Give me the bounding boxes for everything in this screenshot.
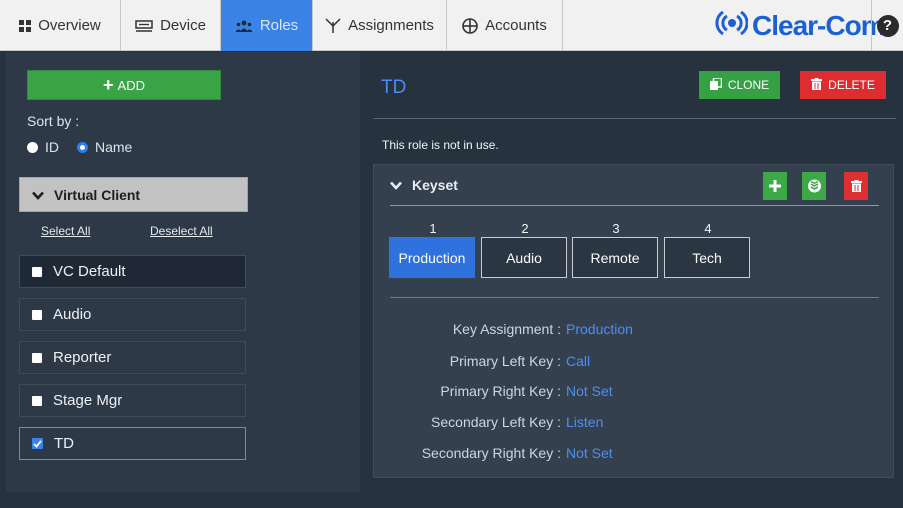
- key-tile-tech[interactable]: Tech: [664, 237, 750, 278]
- secondary-right-key-value[interactable]: Not Set: [566, 445, 613, 461]
- clone-label: CLONE: [727, 78, 770, 92]
- primary-right-key-label: Primary Right Key :: [440, 383, 561, 399]
- tab-accounts-label: Accounts: [485, 17, 547, 34]
- keyset-header-label: Keyset: [412, 177, 458, 193]
- tab-device[interactable]: Device: [121, 0, 221, 51]
- sort-by-id-label: ID: [45, 139, 59, 155]
- accounts-icon: [462, 17, 478, 34]
- plus-icon: [769, 180, 781, 192]
- key-assignment-label: Key Assignment :: [452, 321, 561, 337]
- secondary-left-key-value[interactable]: Listen: [566, 414, 603, 430]
- clone-icon: [709, 76, 723, 93]
- primary-right-key-value[interactable]: Not Set: [566, 383, 613, 399]
- role-item-label: Stage Mgr: [53, 392, 123, 409]
- role-item-audio[interactable]: Audio: [19, 298, 246, 331]
- sort-by-name-label: Name: [95, 139, 133, 155]
- grid-icon: [19, 19, 32, 32]
- layers-icon: [807, 179, 821, 193]
- assignments-icon: [325, 18, 341, 33]
- help-button[interactable]: ?: [871, 0, 903, 51]
- role-item-label: Reporter: [53, 349, 112, 366]
- help-icon: ?: [876, 14, 899, 37]
- role-item-stage-mgr[interactable]: Stage Mgr: [19, 384, 246, 417]
- secondary-left-key-label: Secondary Left Key :: [431, 414, 561, 430]
- clear-com-logo: Clear-Com: [714, 6, 886, 47]
- primary-left-key-label: Primary Left Key :: [449, 353, 561, 369]
- trash-icon: [850, 180, 862, 192]
- add-role-button[interactable]: + ADD: [27, 70, 221, 100]
- key-number-4: 4: [704, 221, 712, 236]
- checkbox[interactable]: [32, 309, 42, 320]
- add-role-label: ADD: [117, 77, 145, 93]
- logo-mark-icon: [714, 6, 749, 47]
- role-item-label: Audio: [53, 306, 92, 323]
- primary-left-key-value[interactable]: Call: [566, 353, 590, 369]
- delete-button[interactable]: DELETE: [800, 71, 886, 99]
- secondary-right-key-label: Secondary Right Key :: [421, 445, 561, 461]
- keyset-panel: [373, 164, 894, 478]
- plus-icon: +: [103, 75, 114, 95]
- tab-roles[interactable]: Roles: [221, 0, 313, 51]
- checkbox-checked[interactable]: [32, 438, 43, 449]
- role-item-label: VC Default: [53, 263, 126, 280]
- role-item-vc-default[interactable]: VC Default: [19, 255, 246, 288]
- checkbox[interactable]: [32, 352, 42, 363]
- top-nav: Overview Device Roles Assignments Accoun…: [0, 0, 903, 51]
- trash-icon: [811, 77, 823, 93]
- role-item-label: TD: [54, 435, 74, 452]
- device-icon: [135, 19, 153, 32]
- sort-by-label: Sort by :: [27, 113, 80, 129]
- radio-unselected-icon: [27, 141, 38, 153]
- sort-by-id-radio[interactable]: ID: [27, 139, 59, 155]
- people-icon: [235, 20, 253, 32]
- tab-assignments-label: Assignments: [348, 17, 434, 34]
- sort-options: ID Name: [27, 139, 132, 155]
- tab-assignments[interactable]: Assignments: [313, 0, 447, 51]
- tab-overview-label: Overview: [38, 17, 101, 34]
- key-tile-production[interactable]: Production: [389, 237, 475, 278]
- delete-keyset-button[interactable]: [844, 172, 868, 200]
- tab-device-label: Device: [160, 17, 206, 34]
- tab-roles-label: Roles: [259, 17, 299, 34]
- divider: [373, 118, 896, 119]
- role-title: TD: [381, 77, 407, 98]
- layers-button[interactable]: [802, 172, 826, 200]
- delete-label: DELETE: [828, 78, 875, 92]
- key-number-1: 1: [429, 221, 437, 236]
- key-tile-remote[interactable]: Remote: [572, 237, 658, 278]
- add-keyset-button[interactable]: [763, 172, 787, 200]
- role-status-text: This role is not in use.: [382, 138, 499, 152]
- sort-by-name-radio[interactable]: Name: [77, 139, 132, 155]
- chevron-down-icon: [390, 177, 402, 193]
- radio-selected-icon: [77, 141, 88, 153]
- chevron-down-icon: [32, 187, 44, 203]
- tab-accounts[interactable]: Accounts: [447, 0, 563, 51]
- deselect-all-link[interactable]: Deselect All: [150, 224, 213, 238]
- group-label: Virtual Client: [54, 186, 141, 203]
- key-tile-audio[interactable]: Audio: [481, 237, 567, 278]
- divider: [390, 297, 879, 298]
- divider: [390, 205, 879, 206]
- clone-button[interactable]: CLONE: [699, 71, 780, 99]
- brand-name: Clear-Com: [752, 10, 886, 41]
- checkmark-icon: [33, 439, 42, 448]
- checkbox[interactable]: [32, 266, 42, 277]
- key-number-3: 3: [612, 221, 620, 236]
- key-assignment-value[interactable]: Production: [566, 321, 633, 337]
- select-all-link[interactable]: Select All: [41, 224, 90, 238]
- tab-overview[interactable]: Overview: [0, 0, 121, 51]
- role-item-td[interactable]: TD: [19, 427, 246, 460]
- keyset-header[interactable]: Keyset: [390, 177, 458, 193]
- key-number-2: 2: [521, 221, 529, 236]
- role-item-reporter[interactable]: Reporter: [19, 341, 246, 374]
- virtual-client-group-header[interactable]: Virtual Client: [19, 177, 248, 212]
- checkbox[interactable]: [32, 395, 42, 406]
